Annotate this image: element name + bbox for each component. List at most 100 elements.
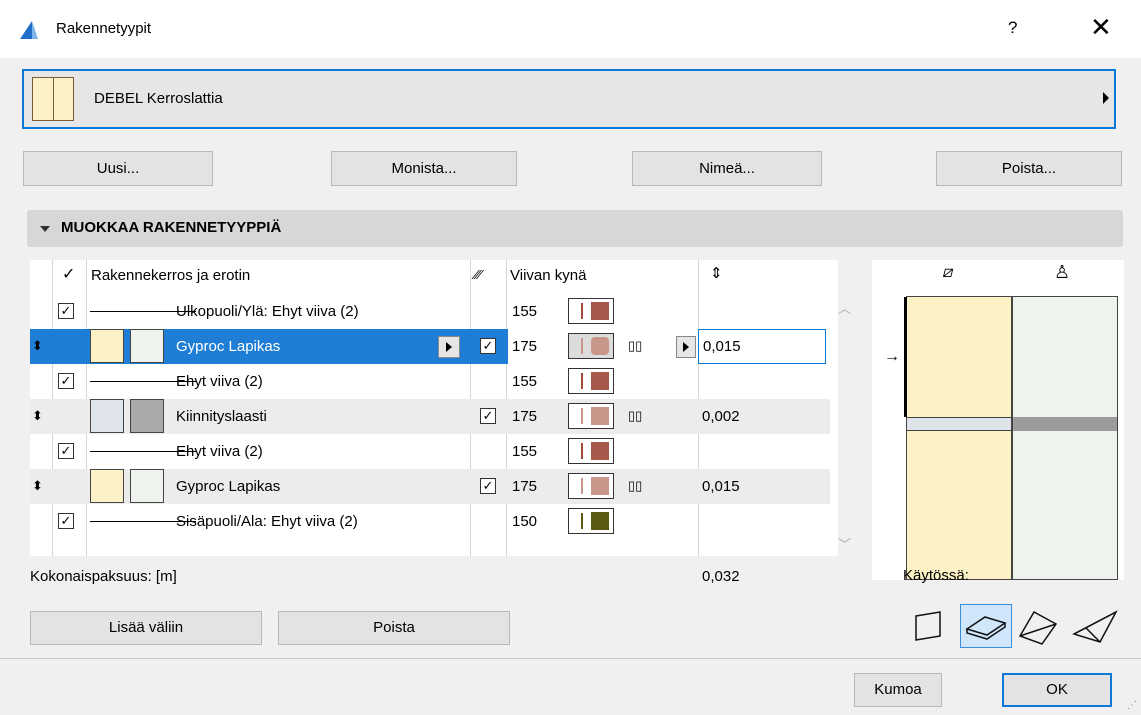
pen-number: 155 — [512, 303, 538, 320]
scroll-down-icon[interactable]: ﹀ — [838, 534, 851, 553]
total-thickness-label: Kokonaispaksuus: [m] — [30, 568, 177, 585]
remove-layer-button[interactable]: Poista — [278, 611, 510, 645]
roof-usage-icon[interactable] — [1016, 604, 1064, 648]
pen-color-swatch[interactable] — [568, 473, 614, 499]
row-label: Gyproc Lapikas — [176, 338, 281, 355]
line-visible-checkbox[interactable]: ✓ — [58, 373, 74, 389]
hatch-visibility-icon: ⁄⁄⁄ — [475, 267, 482, 282]
table-row[interactable]: ✓ Ehyt viiva (2) 155 — [30, 434, 830, 469]
window-title: Rakennetyypit — [56, 20, 152, 37]
hatch-visible-checkbox[interactable]: ✓ — [480, 338, 496, 354]
fill-swatch-bottom — [130, 399, 164, 433]
slab-usage-icon[interactable] — [960, 604, 1012, 648]
in-use-label: Käytössä: — [903, 567, 969, 584]
line-pens-icon: ▯▯ — [628, 478, 643, 493]
building-material-popup-button[interactable] — [438, 336, 460, 358]
row-label: Ulkopuoli/Ylä: Ehyt viiva (2) — [176, 303, 359, 320]
delete-button[interactable]: Poista... — [936, 151, 1122, 186]
line-visible-checkbox[interactable]: ✓ — [58, 443, 74, 459]
drag-handle-icon[interactable]: ⬍ — [32, 338, 43, 354]
fill-swatch-bottom — [130, 469, 164, 503]
composite-preview-icon — [32, 77, 74, 121]
table-row[interactable]: ⬍ Gyproc Lapikas ✓ 175 ▯▯ 0,015 — [30, 329, 828, 364]
resize-grip-icon[interactable]: ⋰ — [1127, 700, 1137, 711]
table-row[interactable]: ✓ Sisäpuoli/Ala: Ehyt viiva (2) 150 — [30, 504, 830, 539]
thickness-value: 0,002 — [702, 408, 740, 425]
pen-number: 175 — [512, 478, 538, 495]
preview-top-edge — [904, 297, 907, 417]
close-button[interactable]: ✕ — [1090, 12, 1112, 43]
pen-number: 155 — [512, 373, 538, 390]
table-row[interactable]: ⬍ Kiinnityslaasti ✓ 175 ▯▯ 0,002 — [30, 399, 830, 434]
fill-swatch-bottom — [130, 329, 164, 363]
thickness-value: 0,015 — [703, 338, 741, 355]
footer-divider — [0, 658, 1141, 659]
table-row[interactable]: ✓ Ehyt viiva (2) 155 — [30, 364, 830, 399]
pen-number: 175 — [512, 408, 538, 425]
section-title: MUOKKAA RAKENNETYYPPIÄ — [61, 219, 282, 236]
composite-name: DEBEL Kerroslattia — [94, 90, 223, 107]
thickness-value: 0,015 — [702, 478, 740, 495]
line-pens-icon: ▯▯ — [628, 408, 643, 423]
preview-finish-adhesive — [1013, 417, 1117, 431]
drag-handle-icon[interactable]: ⬍ — [32, 408, 43, 424]
pen-color-swatch[interactable] — [568, 403, 614, 429]
composite-type-selector[interactable]: DEBEL Kerroslattia — [22, 69, 1116, 129]
duplicate-button[interactable]: Monista... — [331, 151, 517, 186]
insert-layer-button[interactable]: Lisää väliin — [30, 611, 262, 645]
new-button[interactable]: Uusi... — [23, 151, 213, 186]
table-row[interactable]: ✓ Ulkopuoli/Ylä: Ehyt viiva (2) 155 — [30, 294, 830, 329]
title-bar: Rakennetyypit ? ✕ — [0, 0, 1141, 58]
hatch-visible-checkbox[interactable]: ✓ — [480, 408, 496, 424]
chevron-right-icon — [1103, 92, 1109, 104]
section-header[interactable]: MUOKKAA RAKENNETYYPPIÄ — [27, 210, 1123, 247]
column-header-layer: Rakennekerros ja erotin — [91, 267, 251, 284]
row-label: Kiinnityslaasti — [176, 408, 267, 425]
pen-color-swatch[interactable] — [568, 298, 614, 324]
pen-color-swatch[interactable] — [568, 333, 614, 359]
cancel-button[interactable]: Kumoa — [854, 673, 942, 707]
shell-usage-icon[interactable] — [1070, 604, 1120, 648]
thickness-icon: ⇕ — [710, 265, 723, 282]
pen-number: 155 — [512, 443, 538, 460]
pen-popup-button[interactable] — [676, 336, 696, 358]
surface-paint-icon: ♙ — [1054, 262, 1071, 282]
pen-color-swatch[interactable] — [568, 438, 614, 464]
fill-swatch-top — [90, 469, 124, 503]
preview-finish-bottom — [1013, 431, 1117, 579]
layer-section-preview — [904, 296, 1118, 580]
pen-number: 150 — [512, 513, 538, 530]
pen-color-swatch[interactable] — [568, 508, 614, 534]
help-button[interactable]: ? — [1008, 18, 1017, 38]
line-visible-checkbox[interactable]: ✓ — [58, 303, 74, 319]
preview-layer-gyproc-top — [907, 297, 1011, 417]
pen-number[interactable]: 175 — [512, 338, 537, 355]
column-header-pen: Viivan kynä — [510, 267, 587, 284]
hatch-visible-checkbox[interactable]: ✓ — [480, 478, 496, 494]
drag-handle-icon[interactable]: ⬍ — [32, 478, 43, 494]
pen-color-swatch[interactable] — [568, 368, 614, 394]
fill-swatch-top — [90, 329, 124, 363]
archicad-app-icon — [20, 21, 38, 39]
scroll-up-icon[interactable]: ︿ — [838, 298, 851, 317]
line-visible-checkbox[interactable]: ✓ — [58, 513, 74, 529]
selected-layer-arrow-icon: → — [884, 348, 900, 365]
row-label: Gyproc Lapikas — [176, 478, 281, 495]
collapse-triangle-icon — [40, 226, 50, 232]
line-pens-icon: ▯▯ — [628, 338, 643, 353]
table-row[interactable]: ⬍ Gyproc Lapikas ✓ 175 ▯▯ 0,015 — [30, 469, 830, 504]
section-preview-panel: ⧄ ♙ → — [872, 260, 1124, 580]
row-label: Sisäpuoli/Ala: Ehyt viiva (2) — [176, 513, 358, 530]
ok-button[interactable]: OK — [1002, 673, 1112, 707]
fill-swatch-top — [90, 399, 124, 433]
preview-finish-top — [1013, 297, 1117, 417]
thickness-input[interactable]: 0,015 — [698, 329, 826, 364]
preview-layer-gyproc-bottom — [907, 431, 1011, 579]
visibility-check-icon: ✓ — [62, 266, 76, 283]
rename-button[interactable]: Nimeä... — [632, 151, 822, 186]
total-thickness-value: 0,032 — [702, 568, 740, 585]
row-label: Ehyt viiva (2) — [176, 443, 263, 460]
row-label: Ehyt viiva (2) — [176, 373, 263, 390]
preview-layer-adhesive — [907, 417, 1011, 431]
wall-usage-icon[interactable] — [912, 608, 952, 644]
